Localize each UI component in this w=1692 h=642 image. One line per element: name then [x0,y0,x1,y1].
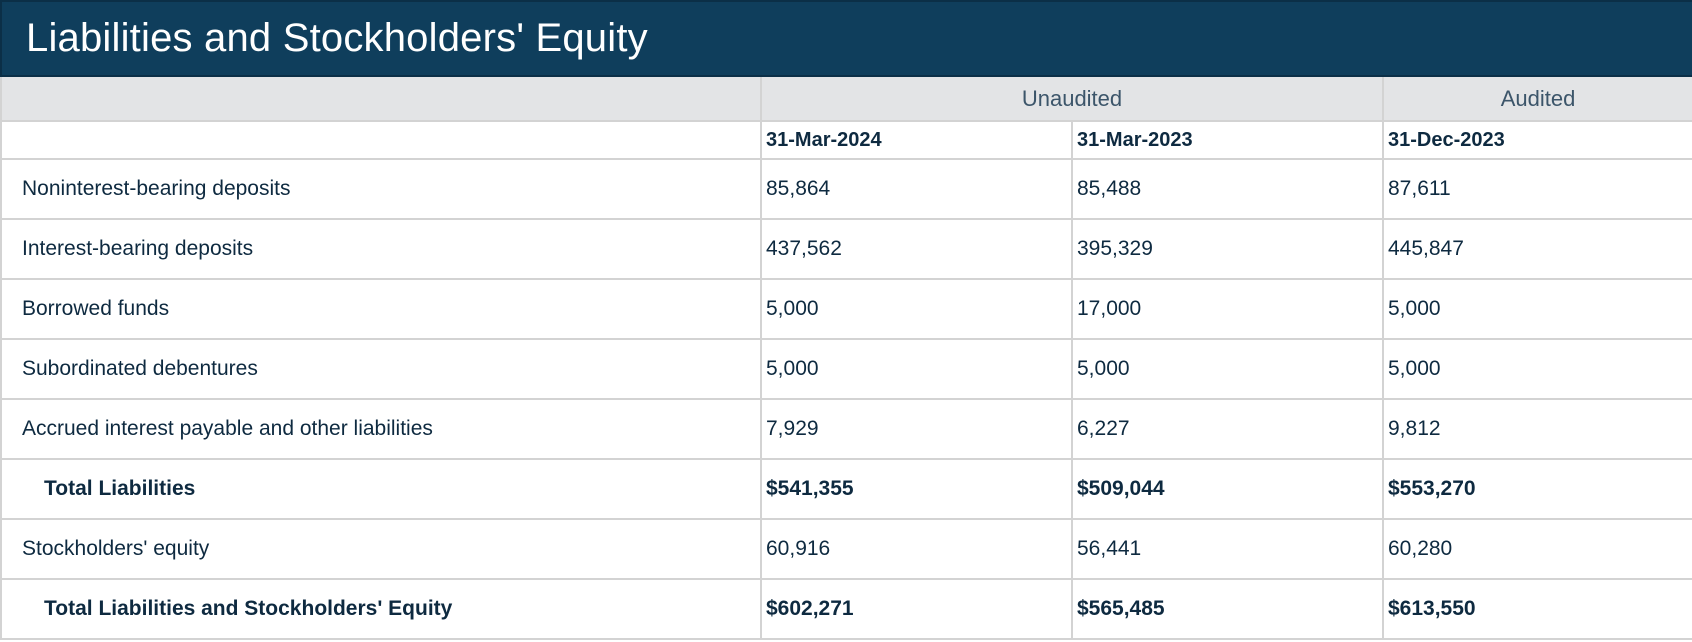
row-value: $541,355 [760,458,1073,520]
row-value: $509,044 [1071,458,1384,520]
group-header-unaudited: Unaudited [760,75,1384,122]
total-row: Total Liabilities and Stockholders' Equi… [0,578,1692,640]
column-header-date: 31-Mar-2023 [1071,120,1384,160]
column-header-date: 31-Mar-2024 [760,120,1073,160]
row-label: Total Liabilities [0,458,762,520]
row-value: 60,280 [1381,518,1692,580]
table-row: Interest-bearing deposits 437,562 395,32… [0,218,1692,280]
title-row: Liabilities and Stockholders' Equity [0,0,1692,77]
table-row: Accrued interest payable and other liabi… [0,398,1692,460]
row-value: 437,562 [760,218,1073,280]
group-header-audited: Audited [1381,75,1692,122]
row-value: $613,550 [1381,578,1692,640]
row-value: 445,847 [1381,218,1692,280]
row-value: 5,000 [760,338,1073,400]
row-value: 17,000 [1071,278,1384,340]
table-title: Liabilities and Stockholders' Equity [0,0,1692,77]
row-value: 60,916 [760,518,1073,580]
row-label: Interest-bearing deposits [0,218,762,280]
row-label: Borrowed funds [0,278,762,340]
column-header-date: 31-Dec-2023 [1381,120,1692,160]
column-group-row: Unaudited Audited [0,75,1692,122]
date-header-row: 31-Mar-2024 31-Mar-2023 31-Dec-2023 [0,120,1692,160]
row-value: 5,000 [1071,338,1384,400]
row-value: 5,000 [1381,278,1692,340]
table-row: Stockholders' equity 60,916 56,441 60,28… [0,518,1692,580]
row-value: 85,864 [760,158,1073,220]
row-label: Total Liabilities and Stockholders' Equi… [0,578,762,640]
row-value: 7,929 [760,398,1073,460]
row-label: Subordinated debentures [0,338,762,400]
row-value: $553,270 [1381,458,1692,520]
row-value: $602,271 [760,578,1073,640]
table-row: Borrowed funds 5,000 17,000 5,000 [0,278,1692,340]
row-value: 87,611 [1381,158,1692,220]
total-row: Total Liabilities $541,355 $509,044 $553… [0,458,1692,520]
row-value: 56,441 [1071,518,1384,580]
row-value: 5,000 [760,278,1073,340]
balance-sheet-table: Liabilities and Stockholders' Equity Una… [0,0,1692,640]
row-value: 5,000 [1381,338,1692,400]
row-label: Noninterest-bearing deposits [0,158,762,220]
table-row: Noninterest-bearing deposits 85,864 85,4… [0,158,1692,220]
row-value: 9,812 [1381,398,1692,460]
row-label: Stockholders' equity [0,518,762,580]
row-value: $565,485 [1071,578,1384,640]
group-header-empty [0,75,762,122]
row-label: Accrued interest payable and other liabi… [0,398,762,460]
row-value: 6,227 [1071,398,1384,460]
table-row: Subordinated debentures 5,000 5,000 5,00… [0,338,1692,400]
row-value: 85,488 [1071,158,1384,220]
date-header-empty [0,120,762,160]
row-value: 395,329 [1071,218,1384,280]
